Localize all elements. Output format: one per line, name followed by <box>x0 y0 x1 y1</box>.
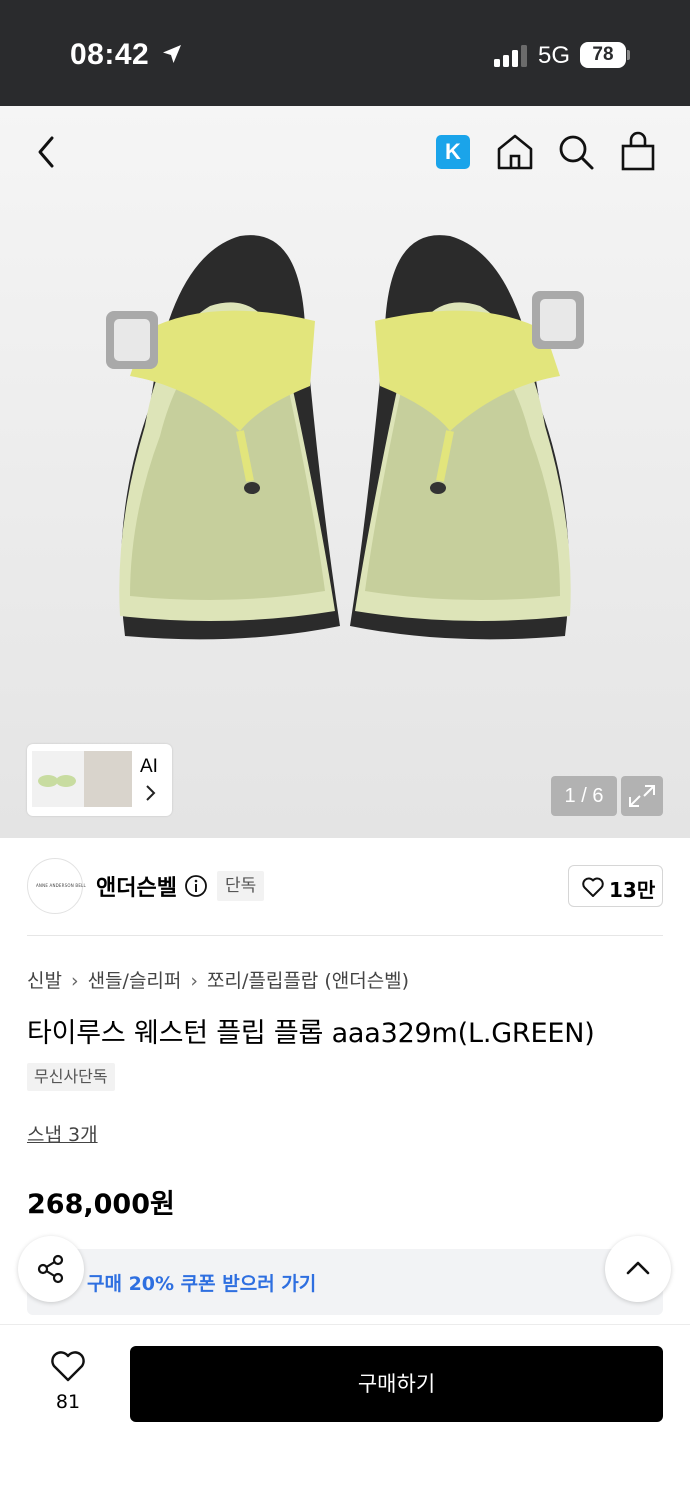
chevron-up-icon <box>626 1261 650 1275</box>
brand-like-count: 13만 <box>609 878 656 902</box>
back-icon[interactable] <box>30 132 66 172</box>
product-image <box>106 235 584 640</box>
brand-like-button[interactable]: 13만 <box>568 865 663 907</box>
right-sandal <box>350 235 584 640</box>
chevron-right-icon: › <box>70 970 79 992</box>
breadcrumb-item[interactable]: 신발 <box>27 970 62 992</box>
brand-row: ANNE ANDERSON BELL 앤더슨벨 단독 13만 <box>27 858 663 936</box>
network-label: 5G <box>538 42 571 69</box>
battery-icon: 78 <box>580 42 626 68</box>
ai-label: AI <box>140 756 158 777</box>
heart-icon <box>51 1351 85 1382</box>
expand-icon[interactable] <box>621 776 663 816</box>
thumbnail-image <box>32 751 84 807</box>
brand-name[interactable]: 앤더슨벨 <box>96 870 177 902</box>
image-counter: 1 / 6 <box>551 776 617 816</box>
signal-icon <box>494 45 527 67</box>
status-bar: 08:42 5G 78 <box>0 0 690 106</box>
left-sandal <box>106 235 340 640</box>
brand-logo-text: ANNE ANDERSON BELL <box>36 883 86 888</box>
breadcrumb: 신발 › 샌들/슬리퍼 › 쪼리/플립플랍 (앤더슨벨) <box>27 966 409 993</box>
product-title: 타이루스 웨스턴 플립 플롭 aaa329m(L.GREEN) <box>27 1018 595 1049</box>
chevron-right-icon <box>146 785 156 801</box>
coupon-text: 구매 20% 쿠폰 받으러 가기 <box>87 1273 317 1295</box>
buy-button[interactable]: 구매하기 <box>130 1346 663 1422</box>
coupon-banner[interactable]: 구매 20% 쿠폰 받으러 가기 <box>27 1249 663 1315</box>
info-icon[interactable] <box>184 874 208 898</box>
heart-icon <box>582 877 604 897</box>
exclusive-badge: 단독 <box>217 871 265 901</box>
brand-logo[interactable]: ANNE ANDERSON BELL <box>27 858 86 914</box>
exclusive-tag: 무신사단독 <box>27 1063 115 1091</box>
bag-icon[interactable] <box>619 130 657 172</box>
status-time: 08:42 <box>70 38 150 71</box>
search-icon[interactable] <box>557 132 595 172</box>
home-icon[interactable] <box>496 132 534 172</box>
ai-thumbnail-card[interactable]: AI <box>27 744 172 816</box>
breadcrumb-item[interactable]: 샌들/슬리퍼 <box>88 970 182 992</box>
price: 268,000원 <box>27 1189 175 1220</box>
chevron-right-icon: › <box>190 970 198 992</box>
share-icon <box>37 1254 64 1284</box>
breadcrumb-item[interactable]: 쪼리/플립플랍 (앤더슨벨) <box>207 970 409 992</box>
location-arrow-icon <box>163 45 181 63</box>
wishlist-count: 81 <box>55 1391 81 1413</box>
bottom-bar: 81 구매하기 <box>0 1324 690 1500</box>
snap-link[interactable]: 스냅 3개 <box>27 1120 98 1147</box>
scroll-top-button[interactable] <box>605 1236 671 1302</box>
product-gallery[interactable]: K AI 1 / 6 <box>0 106 690 838</box>
battery-tip <box>627 50 630 60</box>
thumbnail-image-2 <box>84 751 132 807</box>
share-button[interactable] <box>18 1236 84 1302</box>
wishlist-button[interactable]: 81 <box>40 1349 96 1419</box>
k-icon[interactable]: K <box>436 135 470 169</box>
